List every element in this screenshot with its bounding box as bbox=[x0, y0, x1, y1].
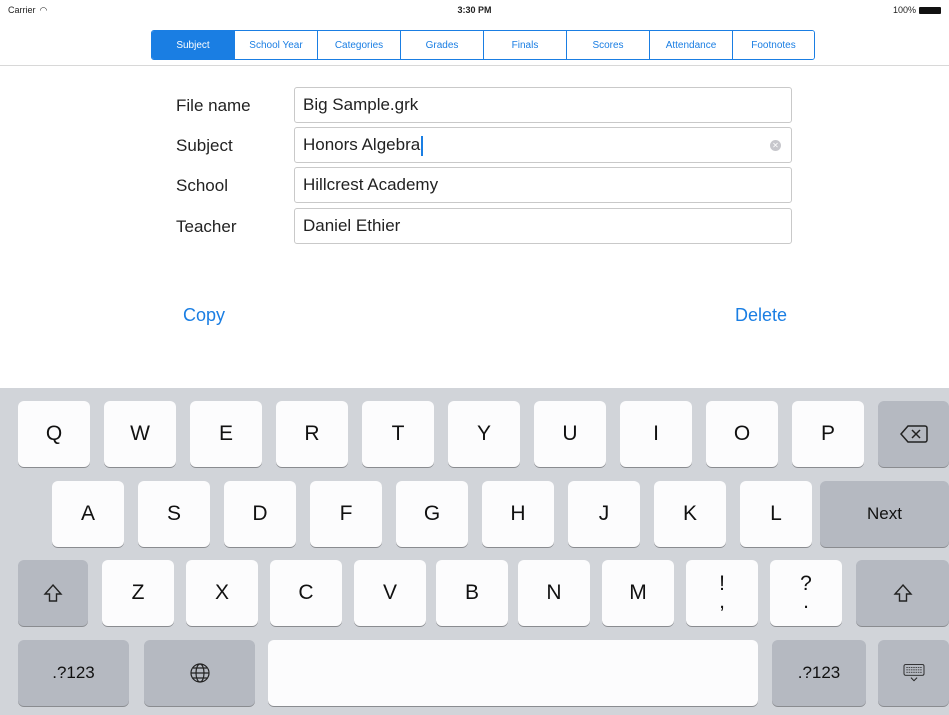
copy-button[interactable]: Copy bbox=[183, 305, 225, 326]
shift-key-right[interactable] bbox=[856, 560, 949, 626]
key-n[interactable]: N bbox=[518, 560, 590, 626]
key-o[interactable]: O bbox=[706, 401, 778, 467]
backspace-icon bbox=[899, 425, 928, 443]
subject-value: Honors Algebra bbox=[303, 135, 421, 154]
next-key-label: Next bbox=[867, 504, 902, 523]
tab-finals[interactable]: Finals bbox=[483, 31, 566, 59]
globe-icon bbox=[189, 663, 210, 683]
tab-school-year[interactable]: School Year bbox=[234, 31, 317, 59]
key-q[interactable]: Q bbox=[18, 401, 90, 467]
tab-subject[interactable]: Subject bbox=[152, 31, 234, 59]
clear-icon[interactable]: ✕ bbox=[770, 140, 781, 151]
key-l[interactable]: L bbox=[740, 481, 812, 547]
key-b[interactable]: B bbox=[436, 560, 508, 626]
tab-footnotes[interactable]: Footnotes bbox=[732, 31, 814, 59]
key-period: . bbox=[803, 590, 809, 613]
shift-icon bbox=[43, 583, 63, 602]
next-key[interactable]: Next bbox=[820, 481, 949, 547]
key-a[interactable]: A bbox=[52, 481, 124, 547]
space-bar[interactable] bbox=[268, 640, 758, 706]
battery-icon bbox=[919, 6, 941, 14]
teacher-label: Teacher bbox=[176, 217, 237, 236]
school-label: School bbox=[176, 176, 228, 195]
teacher-value: Daniel Ethier bbox=[303, 216, 401, 235]
teacher-row: Teacher Daniel Ethier bbox=[176, 208, 796, 244]
school-field[interactable]: Hillcrest Academy bbox=[294, 167, 792, 203]
tab-attendance[interactable]: Attendance bbox=[649, 31, 732, 59]
globe-key[interactable] bbox=[144, 640, 255, 706]
key-w[interactable]: W bbox=[104, 401, 176, 467]
file-name-field[interactable]: Big Sample.grk bbox=[294, 87, 792, 123]
key-i[interactable]: I bbox=[620, 401, 692, 467]
file-name-value: Big Sample.grk bbox=[303, 95, 419, 114]
keyboard-dismiss-icon bbox=[903, 664, 924, 682]
key-p[interactable]: P bbox=[792, 401, 864, 467]
key-comma: , bbox=[719, 590, 725, 613]
delete-button[interactable]: Delete bbox=[735, 305, 787, 326]
key-g[interactable]: G bbox=[396, 481, 468, 547]
key-u[interactable]: U bbox=[534, 401, 606, 467]
tab-categories[interactable]: Categories bbox=[317, 31, 400, 59]
key-y[interactable]: Y bbox=[448, 401, 520, 467]
numbers-key-right[interactable]: .?123 bbox=[772, 640, 866, 706]
onscreen-keyboard: Q W E R T Y U I O P A S D F G H J K L Ne… bbox=[0, 388, 949, 715]
numbers-key-label: .?123 bbox=[797, 663, 841, 682]
tab-scores[interactable]: Scores bbox=[566, 31, 649, 59]
file-name-row: File name Big Sample.grk bbox=[176, 87, 796, 123]
status-bar: Carrier ◠ 3:30 PM 100% bbox=[0, 0, 949, 22]
key-v[interactable]: V bbox=[354, 560, 426, 626]
key-x[interactable]: X bbox=[186, 560, 258, 626]
numbers-key-left[interactable]: .?123 bbox=[18, 640, 129, 706]
key-c[interactable]: C bbox=[270, 560, 342, 626]
key-e[interactable]: E bbox=[190, 401, 262, 467]
battery-percent: 100% bbox=[892, 5, 916, 15]
shift-key-left[interactable] bbox=[18, 560, 88, 626]
subject-row: Subject Honors Algebra ✕ bbox=[176, 127, 796, 163]
header-divider bbox=[0, 65, 949, 66]
file-name-label: File name bbox=[176, 96, 251, 115]
school-row: School Hillcrest Academy bbox=[176, 167, 796, 203]
tab-grades[interactable]: Grades bbox=[400, 31, 483, 59]
shift-icon bbox=[892, 583, 913, 602]
key-z[interactable]: Z bbox=[102, 560, 174, 626]
subject-label: Subject bbox=[176, 136, 233, 155]
battery-indicator: 100% bbox=[893, 5, 941, 15]
key-k[interactable]: K bbox=[654, 481, 726, 547]
key-question-period[interactable]: ? . bbox=[770, 560, 842, 626]
key-d[interactable]: D bbox=[224, 481, 296, 547]
school-value: Hillcrest Academy bbox=[303, 175, 439, 194]
key-f[interactable]: F bbox=[310, 481, 382, 547]
text-caret bbox=[421, 135, 424, 156]
backspace-key[interactable] bbox=[878, 401, 949, 467]
teacher-field[interactable]: Daniel Ethier bbox=[294, 208, 792, 244]
key-t[interactable]: T bbox=[362, 401, 434, 467]
numbers-key-label: .?123 bbox=[52, 663, 95, 682]
key-j[interactable]: J bbox=[568, 481, 640, 547]
status-time: 3:30 PM bbox=[457, 5, 492, 15]
keyboard-dismiss-key[interactable] bbox=[878, 640, 949, 706]
key-m[interactable]: M bbox=[602, 560, 674, 626]
section-tabs: Subject School Year Categories Grades Fi… bbox=[151, 30, 815, 60]
key-exclamation-comma[interactable]: ! , bbox=[686, 560, 758, 626]
key-r[interactable]: R bbox=[276, 401, 348, 467]
subject-field[interactable]: Honors Algebra ✕ bbox=[294, 127, 792, 163]
key-s[interactable]: S bbox=[138, 481, 210, 547]
key-h[interactable]: H bbox=[482, 481, 554, 547]
